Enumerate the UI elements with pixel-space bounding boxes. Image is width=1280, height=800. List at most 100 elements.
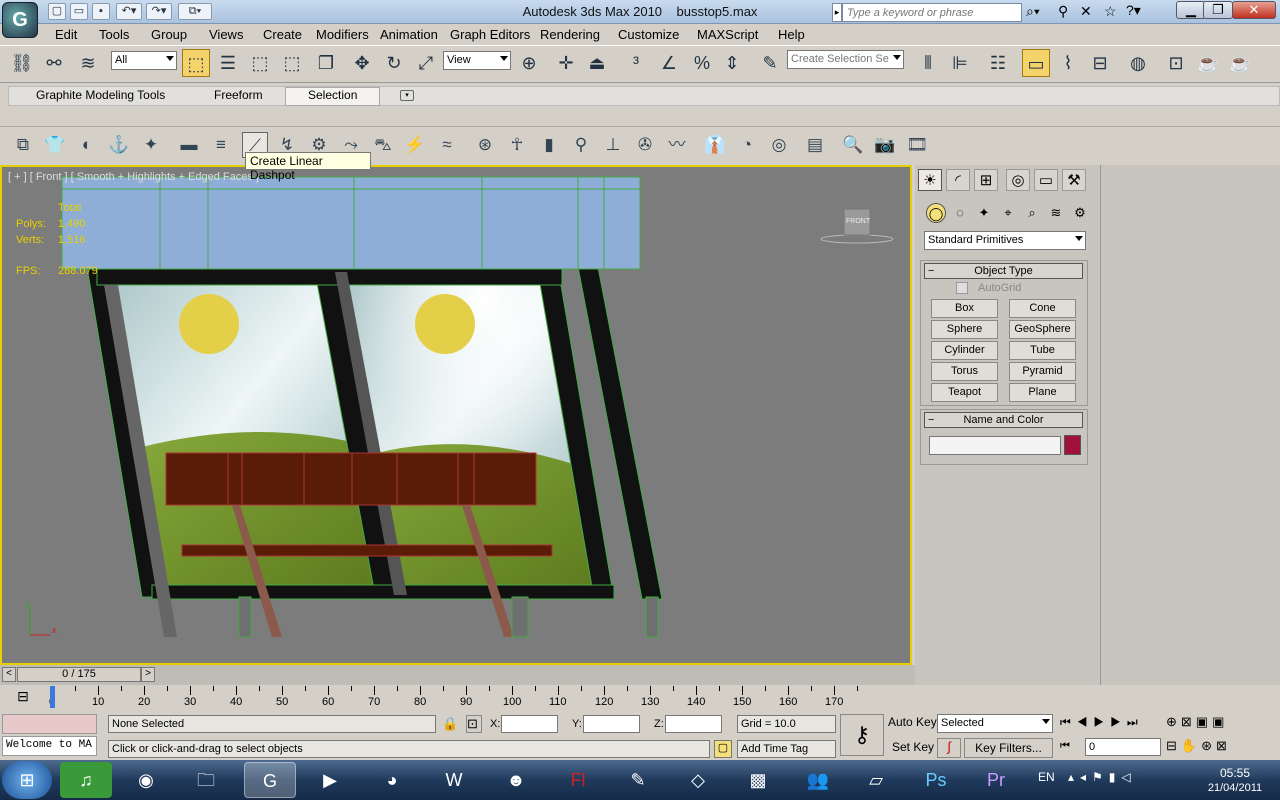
new-file-icon[interactable]: ▢ [48,3,66,20]
photoshop-icon[interactable]: Ps [910,762,962,798]
preview-animation-icon[interactable]: 📷 [872,132,898,158]
geosphere-button[interactable]: GeoSphere [1009,320,1076,339]
render-production-icon[interactable]: ☕ [1226,49,1254,77]
align-icon[interactable]: ⊫ [946,49,974,77]
x-coordinate-field[interactable] [501,715,558,733]
menu-create[interactable]: Create [263,27,302,42]
object-category-dropdown[interactable]: Standard Primitives [924,231,1086,250]
subscription-icon[interactable]: ⚲ [1058,3,1068,20]
language-indicator[interactable]: EN [1038,770,1055,784]
default-in-out-tangent-icon[interactable]: ∫ [937,738,961,758]
object-name-field[interactable] [929,436,1061,455]
minimize-button[interactable]: ▁ [1176,1,1206,19]
schematic-view-icon[interactable]: ⊟ [1086,49,1114,77]
water-icon[interactable]: ≈ [434,132,460,158]
key-mode-dropdown[interactable]: Selected [937,714,1053,733]
systems-icon[interactable]: ⚙ [1070,203,1090,223]
playback-controls[interactable]: ⏮◀▶▶⏭ [1060,715,1144,730]
tab-selection[interactable]: Selection [308,88,357,102]
add-time-tag[interactable]: Add Time Tag [737,740,836,758]
object-color-swatch[interactable] [1064,435,1081,455]
firefox-icon[interactable]: ◕ [366,762,418,798]
hierarchy-tab-icon[interactable]: ⊞ [974,169,998,191]
prismatic-icon[interactable]: ⊥ [600,132,626,158]
ragdoll-icon[interactable]: ☥ [504,132,530,158]
help-icon[interactable]: ?▾ [1126,2,1141,19]
spinner-snap-icon[interactable]: ⇕ [718,49,746,77]
rope-collection-icon[interactable]: ⚓ [106,132,132,158]
utilities-tab-icon[interactable]: ⚒ [1062,169,1086,191]
absolute-mode-icon[interactable]: ⊡ [466,715,482,733]
select-and-manipulate-gizmo-icon[interactable]: ✛ [552,49,580,77]
create-tab-icon[interactable]: ☀ [918,169,942,191]
angle-snap-icon[interactable]: ∠ [655,49,683,77]
object-type-header[interactable]: − Object Type [924,263,1083,279]
chrome-icon[interactable]: ◉ [120,762,172,798]
menu-views[interactable]: Views [209,27,243,42]
torus-button[interactable]: Torus [931,362,998,381]
menu-help[interactable]: Help [778,27,805,42]
ribbon-collapse-icon[interactable]: ▾ [400,90,414,101]
tab-freeform[interactable]: Freeform [214,88,263,102]
clock-date[interactable]: 21/04/2011 [1196,782,1274,794]
flash-icon[interactable]: Fl [552,762,604,798]
render-setup-icon[interactable]: ⊡ [1162,49,1190,77]
menu-graph-editors[interactable]: Graph Editors [450,27,530,42]
clock-time[interactable]: 05:55 [1200,766,1270,780]
explorer-icon[interactable]: 🗀 [180,762,232,798]
save-icon[interactable]: ▪ [92,3,110,20]
cameras-icon[interactable]: ⌖ [998,203,1018,223]
maxscript-listener-pink[interactable] [2,714,97,734]
key-filters-button[interactable]: Key Filters... [964,738,1053,758]
menu-animation[interactable]: Animation [380,27,438,42]
time-next-button[interactable]: > [141,667,155,682]
favorites-star-icon[interactable]: ☆ [1104,3,1117,20]
point-to-path-icon[interactable]: 〰 [664,132,690,158]
messenger-icon[interactable]: 👥 [792,762,844,798]
current-frame-field[interactable]: 0 [1085,738,1161,756]
scale-icon[interactable]: ⤢ [412,49,440,77]
pyramid-button[interactable]: Pyramid [1009,362,1076,381]
fracture-icon[interactable]: ⚡ [402,132,428,158]
minecraft-icon[interactable]: ▩ [732,762,784,798]
cloth-collection-icon[interactable]: 👕 [42,132,68,158]
rectangular-selection-icon[interactable]: ⬚ [246,49,274,77]
time-slider[interactable]: 0 / 175 [17,667,141,682]
analyze-world-icon[interactable]: 🔍 [840,132,866,158]
add-time-tag-icon[interactable]: ▢ [714,740,732,758]
spotify-icon[interactable]: ♫ [60,762,112,798]
cylinder-button[interactable]: Cylinder [931,341,998,360]
car-wheel-icon[interactable]: ✇ [632,132,658,158]
material-editor-icon[interactable]: ◍ [1124,49,1152,77]
tube-button[interactable]: Tube [1009,341,1076,360]
hinge-icon[interactable]: ▮ [536,132,562,158]
search-expand-icon[interactable]: ▸ [832,3,842,22]
select-and-manipulate-icon[interactable]: ❐ [312,49,340,77]
menu-tools[interactable]: Tools [99,27,129,42]
viewcube-face-label[interactable]: FRONT [846,218,870,225]
mirror-icon[interactable]: ⫴ [914,49,942,77]
word-icon[interactable]: W [428,762,480,798]
close-button[interactable]: ✕ [1232,1,1276,19]
viewport-label[interactable]: [ + ] [ Front ] [ Smooth + Highlights + … [8,171,259,183]
maximize-button[interactable]: ❐ [1203,1,1233,19]
teapot-button[interactable]: Teapot [931,383,998,402]
menu-rendering[interactable]: Rendering [540,27,600,42]
motion-tab-icon[interactable]: ◎ [1006,169,1030,191]
name-color-header[interactable]: − Name and Color [924,412,1083,428]
space-warps-icon[interactable]: ≋ [1046,203,1066,223]
cloth-modifier-icon[interactable]: 👔 [702,132,728,158]
menu-modifiers[interactable]: Modifiers [316,27,369,42]
lights-icon[interactable]: ✦ [974,203,994,223]
lock-selection-icon[interactable]: 🔒 [442,716,458,732]
unlink-icon[interactable]: ⚯ [40,49,68,77]
premiere-icon[interactable]: Pr [970,762,1022,798]
project-folder-icon[interactable]: ⧉▾ [178,3,212,20]
property-editor-icon[interactable]: ▤ [802,132,828,158]
selection-filter-dropdown[interactable]: All [111,51,177,70]
point-to-point-icon[interactable]: ⚲ [568,132,594,158]
select-by-name-icon[interactable]: ☰ [214,49,242,77]
modify-tab-icon[interactable]: ◜ [946,169,970,191]
communication-icon[interactable]: ✕ [1080,3,1092,20]
edit-named-selection-icon[interactable]: ✎ [756,49,784,77]
